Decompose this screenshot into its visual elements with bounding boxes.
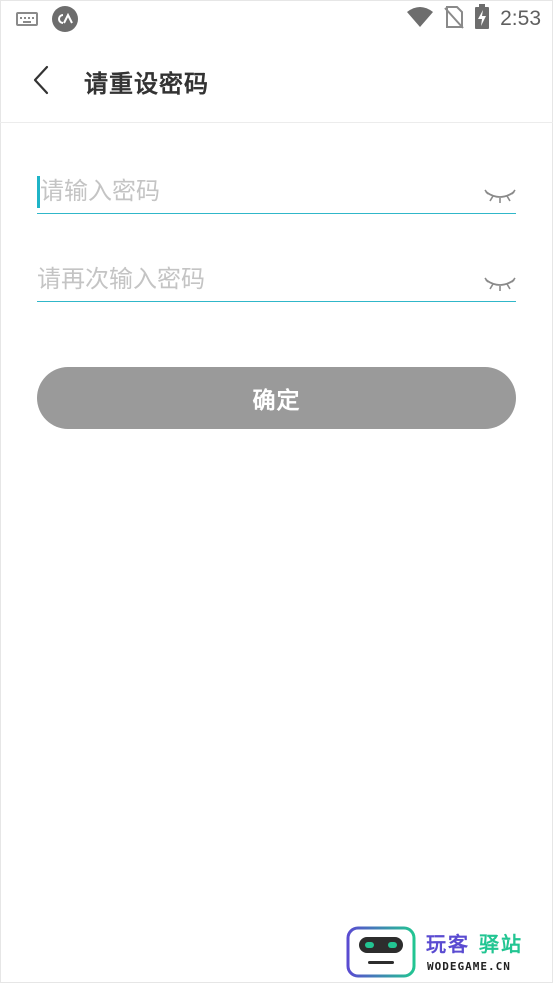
status-time: 2:53	[500, 7, 541, 30]
confirm-password-field	[37, 258, 516, 302]
robot-logo-icon	[346, 926, 416, 978]
password-input[interactable]	[37, 170, 457, 212]
screen-frame	[0, 0, 553, 983]
eye-closed-icon	[484, 277, 516, 291]
no-sim-icon	[444, 5, 464, 33]
eye-closed-icon	[484, 189, 516, 203]
watermark-en-text: WODEGAME.CN	[427, 960, 511, 973]
chevron-left-icon	[33, 65, 49, 95]
password-visibility-toggle[interactable]	[484, 186, 516, 206]
app-header: 请重设密码	[0, 38, 553, 123]
watermark-cn-text: 玩客 驿站	[426, 932, 523, 956]
app-icon	[52, 6, 78, 32]
confirm-password-input[interactable]	[37, 258, 457, 300]
watermark-logo: 玩客 驿站 WODEGAME.CN	[346, 926, 551, 980]
page-title: 请重设密码	[84, 70, 209, 98]
battery-charging-icon	[474, 4, 490, 34]
back-button[interactable]	[24, 62, 58, 98]
confirm-button[interactable]: 确定	[37, 367, 516, 429]
status-bar: 2:53	[0, 0, 553, 38]
keyboard-icon	[16, 12, 38, 26]
password-field	[37, 170, 516, 214]
confirm-visibility-toggle[interactable]	[484, 274, 516, 294]
wifi-icon	[406, 6, 434, 32]
